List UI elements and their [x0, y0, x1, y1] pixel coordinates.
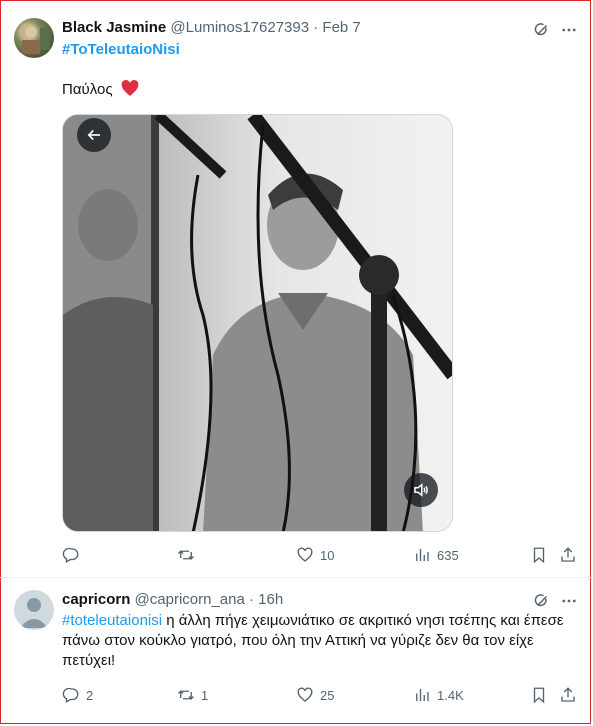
views-icon [416, 549, 429, 561]
grok-icon[interactable] [531, 590, 553, 612]
like-icon [297, 547, 313, 562]
separator: · [249, 591, 254, 608]
reply-button[interactable]: 2 [62, 685, 93, 705]
grok-icon[interactable] [531, 19, 553, 41]
heart-emoji-icon [121, 79, 139, 103]
handle[interactable]: @capricorn_ana [135, 591, 245, 608]
retweet-button[interactable] [177, 545, 201, 565]
retweet-button[interactable]: 1 [177, 685, 208, 705]
tweet-text: Παύλος [62, 79, 139, 103]
tweet-body: Παύλος [62, 81, 113, 98]
hashtag-link[interactable]: #toteleutaionisi [62, 612, 162, 629]
reply-count: 2 [86, 687, 94, 703]
views-icon [416, 689, 429, 701]
hashtag-link[interactable]: #ToTeleutaioNisi [62, 41, 180, 58]
more-icon[interactable] [558, 590, 580, 612]
views-count: 635 [437, 547, 459, 563]
like-button[interactable]: 25 [296, 685, 334, 705]
tweet-actions: 10 635 [62, 545, 582, 565]
share-button[interactable] [559, 685, 577, 705]
tweet-1[interactable]: Black Jasmine @Luminos17627393 · Feb 7 #… [0, 0, 593, 575]
tweet-text: #toteleutaionisi η άλλη πήγε χειμωνιάτικ… [62, 611, 567, 671]
bookmark-icon [533, 687, 545, 704]
video-player[interactable] [62, 114, 453, 532]
retweet-icon [178, 550, 194, 560]
views-count: 1.4K [437, 687, 464, 703]
display-name[interactable]: Black Jasmine [62, 19, 166, 36]
views-button[interactable]: 635 [413, 545, 459, 565]
reply-icon [62, 687, 79, 703]
like-count: 10 [320, 547, 335, 563]
tweet-header: Black Jasmine @Luminos17627393 · Feb 7 [62, 18, 361, 38]
share-icon [561, 687, 575, 702]
views-button[interactable]: 1.4K [413, 685, 464, 705]
separator: · [313, 19, 319, 36]
reply-icon [62, 547, 79, 563]
like-icon [297, 687, 313, 702]
more-icon[interactable] [558, 19, 580, 41]
timestamp[interactable]: 16h [258, 591, 283, 608]
tweet-actions: 2 1 25 1.4K [62, 685, 582, 705]
bookmark-button[interactable] [530, 685, 548, 705]
hashtag-line: #ToTeleutaioNisi [62, 40, 180, 60]
bookmark-button[interactable] [530, 545, 548, 565]
tweet-header: capricorn @capricorn_ana · 16h [62, 590, 283, 610]
timestamp[interactable]: Feb 7 [322, 19, 360, 36]
bookmark-icon [533, 547, 545, 564]
display-name[interactable]: capricorn [62, 591, 130, 608]
retweet-icon [178, 690, 194, 700]
share-button[interactable] [559, 545, 577, 565]
like-count: 25 [320, 687, 335, 703]
video-frame-image [63, 115, 452, 531]
like-button[interactable]: 10 [296, 545, 334, 565]
tweet-2[interactable]: capricorn @capricorn_ana · 16h #toteleut… [0, 578, 593, 726]
avatar[interactable] [14, 18, 54, 58]
reply-button[interactable] [62, 545, 86, 565]
retweet-count: 1 [201, 687, 209, 703]
back-arrow-icon[interactable] [77, 118, 111, 152]
handle[interactable]: @Luminos17627393 [170, 19, 309, 36]
volume-icon[interactable] [404, 473, 438, 507]
share-icon [561, 547, 575, 562]
avatar-default[interactable] [14, 590, 54, 630]
